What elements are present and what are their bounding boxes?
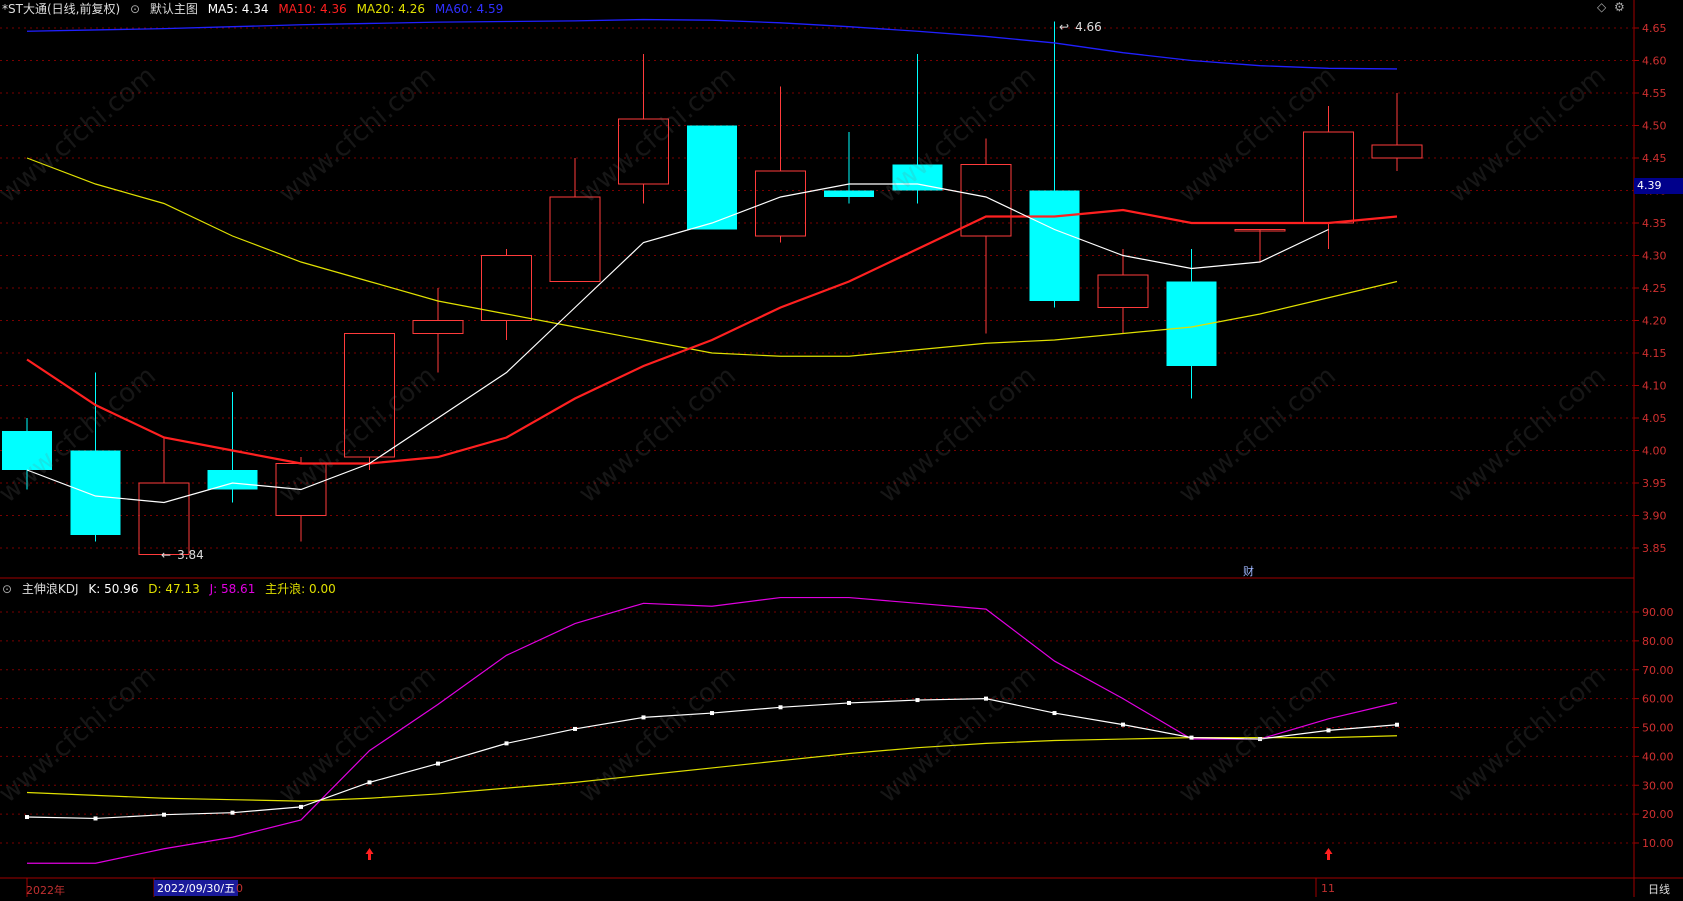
kdj-k-point <box>25 815 29 820</box>
kdj-k-point <box>230 810 235 815</box>
candle-body-up <box>138 482 190 555</box>
kdj-k-point <box>573 726 577 731</box>
price-tick-label: 4.35 <box>1642 217 1667 230</box>
candle-body-down <box>687 125 737 230</box>
kdj-k-point <box>504 741 509 746</box>
price-tick-label: 4.55 <box>1642 87 1667 100</box>
kdj-k-point <box>299 804 303 809</box>
kdj-k-point <box>1395 722 1399 727</box>
price-tick-label: 4.30 <box>1642 250 1667 263</box>
kdj-tick-label: 10.00 <box>1642 837 1674 850</box>
kdj-k-point <box>1326 728 1331 733</box>
month-mark: 11 <box>1321 882 1335 895</box>
price-tick-label: 4.25 <box>1642 282 1667 295</box>
kdj-tick-label: 50.00 <box>1642 722 1674 735</box>
period-label[interactable]: 日线 <box>1648 881 1670 897</box>
candle-body-up <box>1371 144 1423 159</box>
collapse-icon[interactable]: ⊙ <box>130 2 140 16</box>
ma20-label: MA20: 4.26 <box>356 2 425 16</box>
ma60-label: MA60: 4.59 <box>434 2 504 16</box>
kdj-tick-label: 60.00 <box>1642 693 1674 706</box>
kdj-d-label: D: 47.13 <box>148 582 200 596</box>
kdj-k-point <box>93 816 98 821</box>
kdj-k-point <box>436 761 440 766</box>
kdj-k-point <box>1052 711 1057 716</box>
kdj-k-point <box>367 780 372 785</box>
kdj-j-line <box>27 596 1398 864</box>
kdj-tick-label: 70.00 <box>1642 664 1674 677</box>
price-tick-label: 4.20 <box>1642 315 1667 328</box>
date-suffix: 0 <box>236 882 243 895</box>
buy-arrow-icon <box>1324 848 1333 860</box>
kdj-main-label: 主升浪: 0.00 <box>265 582 336 596</box>
price-tick-label: 4.05 <box>1642 412 1667 425</box>
kdj-k-point <box>778 705 783 710</box>
kdj-k-point <box>847 700 851 705</box>
ma60-line <box>26 18 1398 70</box>
kdj-j-label: J: 58.61 <box>209 582 256 596</box>
kdj-k-point <box>915 698 920 703</box>
price-tick-label: 4.10 <box>1642 380 1667 393</box>
kdj-header: ⊙ 主伸浪KDJ K: 50.96 D: 47.13 J: 58.61 主升浪:… <box>2 580 342 597</box>
low-arrow-icon: ← <box>161 548 172 562</box>
price-tick-label: 4.65 <box>1642 22 1667 35</box>
low-value: 3.84 <box>177 548 204 562</box>
settings-icon[interactable]: ⚙ <box>1614 0 1625 14</box>
kdj-collapse-icon[interactable]: ⊙ <box>2 582 12 596</box>
kdj-tick-label: 90.00 <box>1642 606 1674 619</box>
kdj-title[interactable]: 主伸浪KDJ <box>22 582 79 596</box>
kdj-k-point <box>1121 722 1125 727</box>
chart-svg: 4.654.604.554.504.454.404.354.304.254.20… <box>0 0 1683 897</box>
candle-body-down <box>1029 190 1080 301</box>
price-tick-label: 3.85 <box>1642 542 1667 555</box>
kdj-k-point <box>1189 735 1194 740</box>
finance-marker[interactable]: 财 <box>1243 563 1254 579</box>
diamond-icon[interactable]: ◇ <box>1597 0 1606 14</box>
chart-stage: 4.654.604.554.504.454.404.354.304.254.20… <box>0 0 1683 897</box>
kdj-k-point <box>710 711 714 716</box>
main-label[interactable]: 默认主图 <box>150 2 198 16</box>
candle-body-up <box>549 196 601 282</box>
kdj-tick-label: 40.00 <box>1642 750 1674 763</box>
high-value: 4.66 <box>1075 20 1102 34</box>
candle-body-up <box>1303 131 1354 224</box>
ma10-label: MA10: 4.36 <box>278 2 347 16</box>
candle-body-up <box>1097 274 1149 308</box>
price-tick-label: 4.00 <box>1642 445 1667 458</box>
price-tick-label: 3.95 <box>1642 477 1667 490</box>
high-arrow-icon: ↩ <box>1059 20 1070 34</box>
price-tick-label: 4.15 <box>1642 347 1667 360</box>
current-price-tag: 4.39 <box>1634 178 1683 194</box>
candle-body-down <box>70 450 121 535</box>
stock-title[interactable]: *ST大通(日线,前复权) <box>2 2 120 16</box>
kdj-k-label: K: 50.96 <box>88 582 139 596</box>
kdj-k-point <box>641 715 646 720</box>
price-tick-label: 3.90 <box>1642 510 1667 523</box>
main-header: *ST大通(日线,前复权) ⊙ 默认主图 MA5: 4.34 MA10: 4.3… <box>2 0 509 17</box>
high-annotation: ↩ 4.66 <box>1059 20 1108 34</box>
kdj-tick-label: 30.00 <box>1642 779 1674 792</box>
date-cursor-box: 2022/09/30/五 <box>154 880 239 896</box>
candle-body-down <box>207 470 258 490</box>
candle-body-up <box>412 320 464 334</box>
ma5-label: MA5: 4.34 <box>207 2 269 16</box>
price-tick-label: 4.50 <box>1642 120 1667 133</box>
kdj-tick-label: 80.00 <box>1642 635 1674 648</box>
price-tick-label: 4.60 <box>1642 55 1667 68</box>
candle-body-down <box>824 190 874 197</box>
price-tick-label: 4.45 <box>1642 152 1667 165</box>
buy-arrow-icon <box>365 848 374 860</box>
kdj-k-point <box>162 812 166 817</box>
kdj-tick-label: 20.00 <box>1642 808 1674 821</box>
low-annotation: ← 3.84 <box>161 548 210 562</box>
year-label: 2022年 <box>26 884 65 897</box>
